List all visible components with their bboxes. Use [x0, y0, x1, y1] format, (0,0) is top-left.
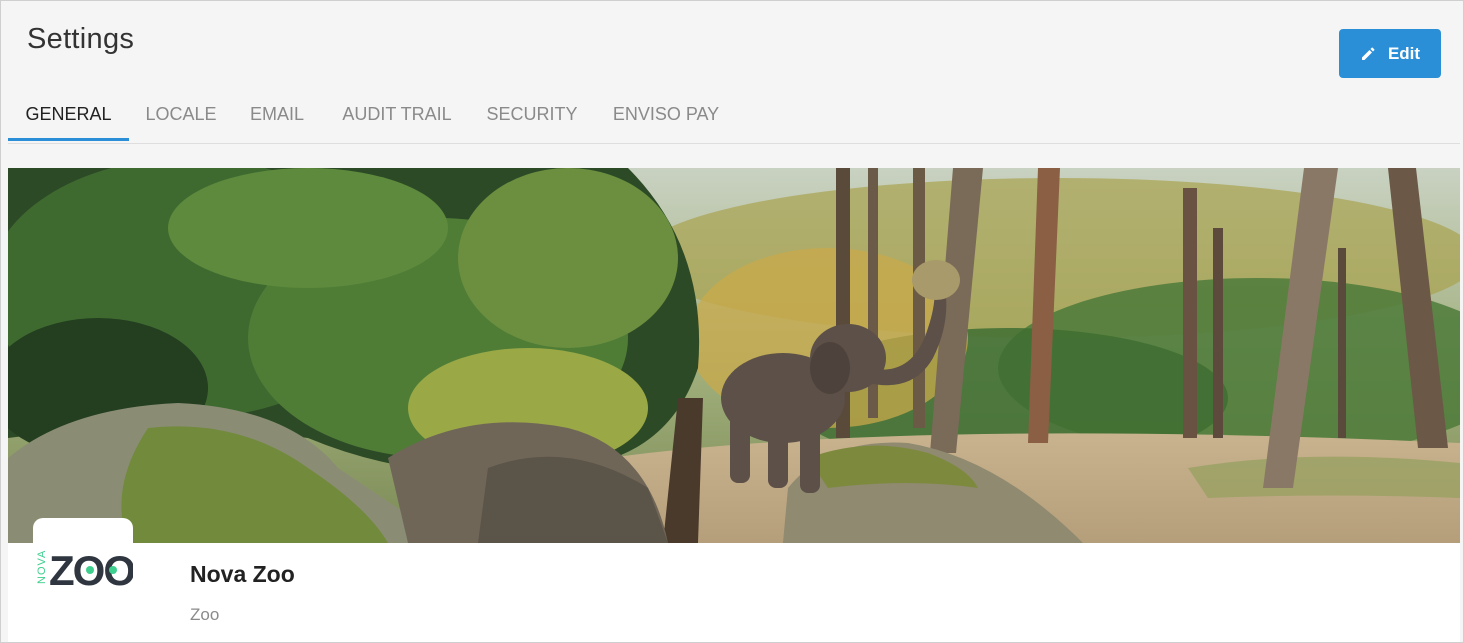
tab-locale[interactable]: LOCALE: [135, 91, 227, 141]
edit-button-label: Edit: [1387, 43, 1421, 63]
pencil-icon: [1361, 47, 1375, 60]
tab-enviso-pay[interactable]: ENVISO PAY: [599, 91, 733, 141]
settings-tabs: GENERAL LOCALE EMAIL AUDIT TRAIL SECURIT…: [8, 91, 1460, 144]
organization-name: Nova Zoo: [190, 561, 295, 587]
page-title: Settings: [27, 23, 135, 55]
tab-audit-trail[interactable]: AUDIT TRAIL: [328, 91, 466, 141]
edit-button[interactable]: Edit: [1339, 29, 1441, 78]
tab-email[interactable]: EMAIL: [238, 91, 316, 141]
logo-small-text: NOVA: [36, 550, 48, 584]
organization-card: NOVA ZOO Nova Zoo Zoo: [8, 518, 1460, 642]
organization-logo: NOVA ZOO: [33, 518, 136, 628]
organization-type: Zoo: [190, 605, 220, 624]
tab-general[interactable]: GENERAL: [8, 91, 129, 141]
settings-panel: Settings Edit GENERAL LOCALE EMAIL AUDIT…: [0, 0, 1464, 643]
tab-security[interactable]: SECURITY: [476, 91, 588, 141]
cover-image: [8, 168, 1460, 543]
